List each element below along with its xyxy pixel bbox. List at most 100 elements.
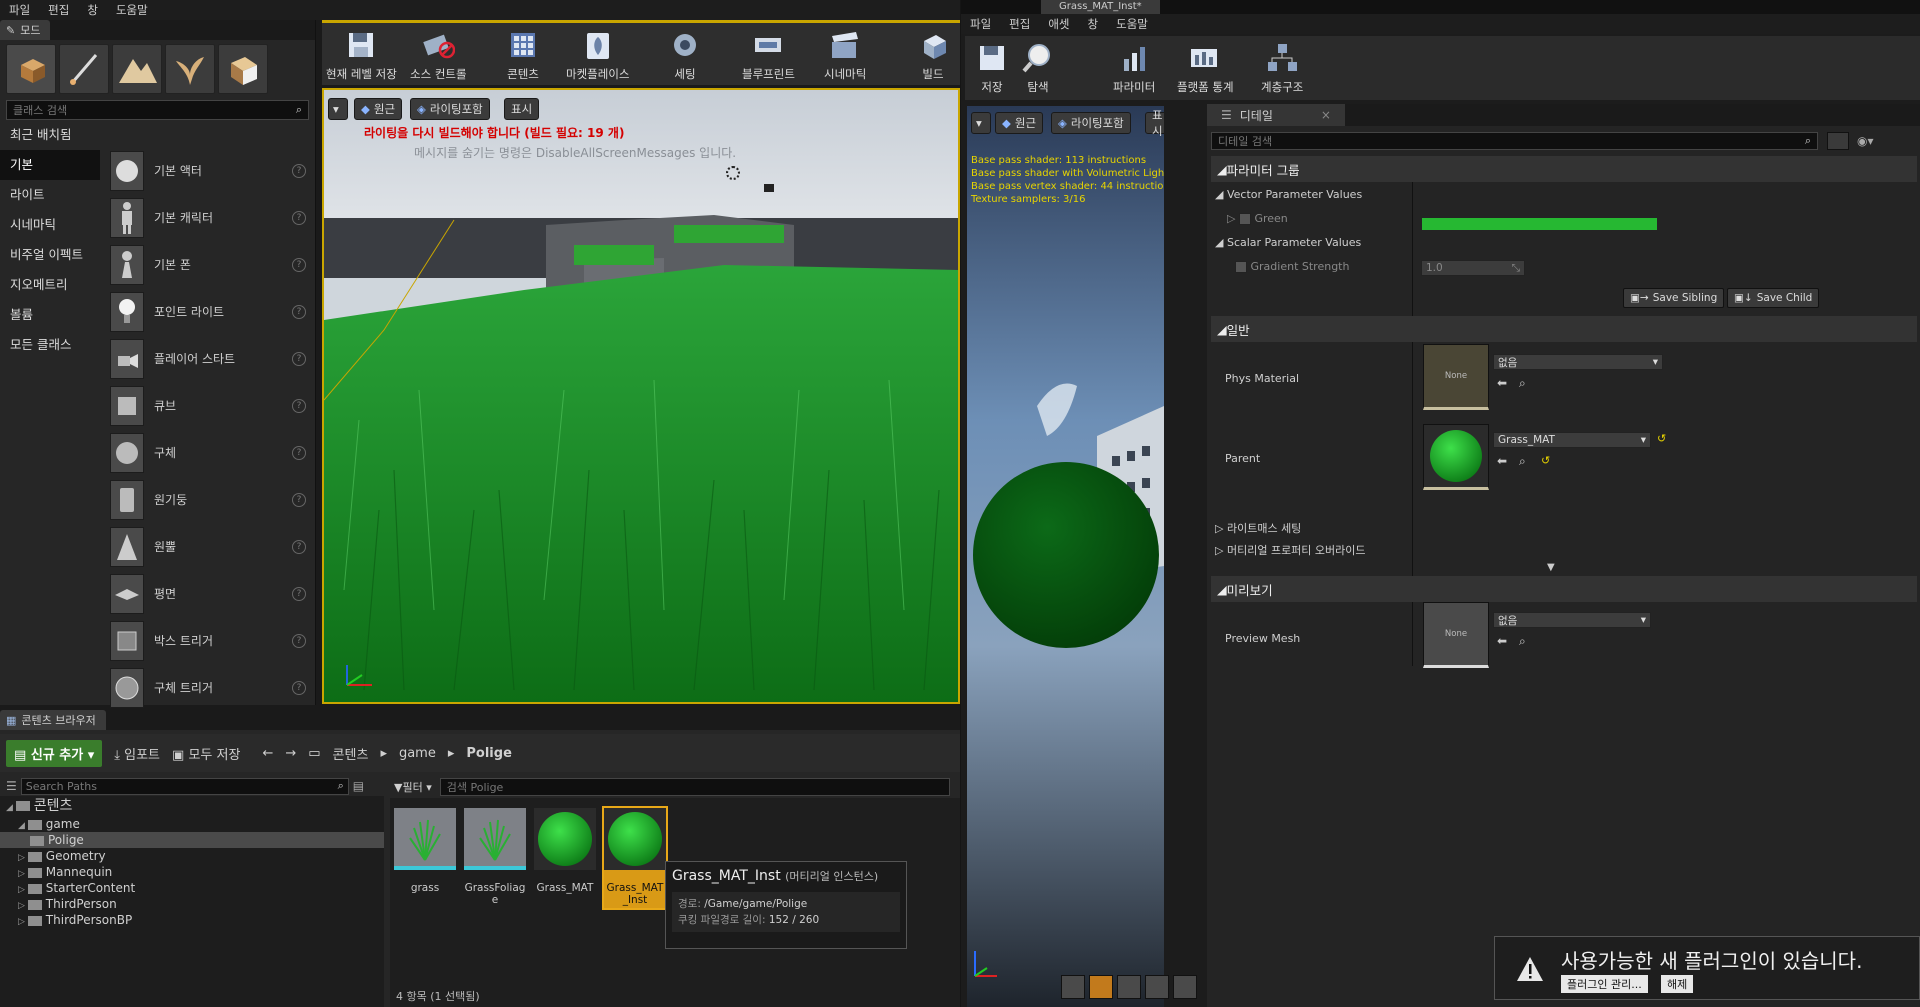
manage-plugins-button[interactable]: 플러그인 관리... bbox=[1561, 975, 1648, 993]
category-basic[interactable]: 기본 bbox=[0, 150, 100, 180]
save-button[interactable]: 저장 bbox=[975, 40, 1009, 95]
search-paths-input[interactable]: Search Paths ⌕ bbox=[20, 777, 349, 795]
eye-icon[interactable]: ◉▾ bbox=[1857, 134, 1874, 148]
phys-material-dropdown[interactable]: 없음 ▾ bbox=[1493, 354, 1663, 370]
list-item[interactable]: 원뿔? bbox=[104, 523, 314, 570]
scalar-params-group[interactable]: ◢ Scalar Parameter Values bbox=[1215, 236, 1915, 249]
green-color-swatch[interactable] bbox=[1422, 218, 1657, 230]
details-search-input[interactable]: 디테일 검색 ⌕ bbox=[1211, 132, 1818, 150]
help-icon[interactable]: ? bbox=[292, 492, 306, 507]
folder-tree-item[interactable]: ▷ Mannequin bbox=[0, 864, 384, 880]
plane-icon[interactable] bbox=[1117, 975, 1141, 999]
camera-icon[interactable] bbox=[764, 184, 774, 192]
list-item[interactable]: 기본 캐릭터? bbox=[104, 194, 314, 241]
use-selected-arrow-icon[interactable]: ⬅ bbox=[1497, 634, 1507, 648]
cylinder-icon[interactable] bbox=[1061, 975, 1085, 999]
parent-thumbnail[interactable] bbox=[1423, 424, 1489, 490]
help-icon[interactable]: ? bbox=[292, 210, 306, 225]
asset-tile[interactable]: GrassFoliage bbox=[464, 808, 526, 906]
add-new-button[interactable]: ▤ 신규 추가 ▾ bbox=[6, 739, 103, 767]
view-options-icon[interactable]: ▤ bbox=[353, 779, 364, 793]
list-item[interactable]: 기본 폰? bbox=[104, 241, 314, 288]
document-tab[interactable]: Grass_MAT_Inst* bbox=[1041, 0, 1160, 14]
platform-stats-button[interactable]: 플랫폼 통계 bbox=[1177, 40, 1234, 95]
section-general[interactable]: ◢ 일반 bbox=[1211, 316, 1917, 342]
show-button[interactable]: 표시 bbox=[1145, 108, 1164, 138]
menu-help[interactable]: 도움말 bbox=[1107, 16, 1157, 32]
folder-tree-item[interactable]: ▷ Geometry bbox=[0, 848, 384, 864]
list-item[interactable]: 평면? bbox=[104, 570, 314, 617]
save-all-button[interactable]: ▣ 모두 저장 bbox=[172, 744, 240, 763]
section-parameter-groups[interactable]: ◢ 파라미터 그룹 bbox=[1211, 156, 1917, 182]
lightmass-settings-row[interactable]: ▷ 라이트매스 세팅 bbox=[1215, 520, 1915, 536]
folder-tree-item[interactable]: ▷ StarterContent bbox=[0, 880, 384, 896]
paint-mode-icon[interactable] bbox=[59, 44, 109, 94]
parameters-button[interactable]: 파라미터 bbox=[1113, 40, 1155, 95]
asset-tile[interactable]: grass bbox=[394, 808, 456, 894]
source-control-button[interactable]: 소스 컨트롤 bbox=[410, 27, 467, 82]
list-item[interactable]: 기본 액터? bbox=[104, 147, 314, 194]
browse-magnifier-icon[interactable]: ⌕ bbox=[1519, 376, 1526, 391]
help-icon[interactable]: ? bbox=[292, 257, 306, 272]
help-icon[interactable]: ? bbox=[292, 304, 306, 319]
breadcrumb-game[interactable]: game bbox=[399, 746, 436, 761]
collapsed-arrow-icon[interactable]: ▷ bbox=[18, 853, 28, 863]
section-preview[interactable]: ◢ 미리보기 bbox=[1211, 576, 1917, 602]
list-item[interactable]: 큐브? bbox=[104, 382, 314, 429]
category-geometry[interactable]: 지오메트리 bbox=[0, 270, 100, 300]
folder-tree-item[interactable]: Polige bbox=[0, 832, 384, 848]
class-search-input[interactable]: 클래스 검색 ⌕ bbox=[6, 100, 309, 120]
viewport-options-button[interactable]: ▾ bbox=[328, 98, 348, 120]
content-browser-tab[interactable]: ▦ 콘텐츠 브라우저 bbox=[0, 710, 106, 730]
expanded-arrow-icon[interactable]: ◢ bbox=[6, 803, 16, 813]
help-icon[interactable]: ? bbox=[292, 539, 306, 554]
category-lights[interactable]: 라이트 bbox=[0, 180, 100, 210]
list-item[interactable]: 포인트 라이트? bbox=[104, 288, 314, 335]
browse-magnifier-icon[interactable]: ⌕ bbox=[1519, 634, 1526, 649]
menu-edit[interactable]: 편집 bbox=[1000, 16, 1039, 32]
sphere-icon[interactable] bbox=[1089, 975, 1113, 999]
help-icon[interactable]: ? bbox=[292, 398, 306, 413]
list-item[interactable]: 구체 트리거? bbox=[104, 664, 314, 711]
menu-help[interactable]: 도움말 bbox=[107, 2, 157, 18]
menu-file[interactable]: 파일 bbox=[0, 2, 39, 18]
lit-mode-button[interactable]: ◈ 라이팅포함 bbox=[410, 98, 490, 120]
vector-params-group[interactable]: ◢ Vector Parameter Values bbox=[1215, 188, 1915, 201]
help-icon[interactable]: ? bbox=[292, 680, 306, 695]
browse-button[interactable]: 탐색 bbox=[1021, 40, 1055, 95]
asset-search-input[interactable]: 검색 Polige bbox=[439, 778, 950, 796]
content-button[interactable]: 콘텐츠 bbox=[506, 27, 540, 82]
dismiss-button[interactable]: 해제 bbox=[1661, 975, 1694, 993]
menu-asset[interactable]: 애셋 bbox=[1039, 16, 1078, 32]
preview-mesh-dropdown[interactable]: 없음 ▾ bbox=[1493, 612, 1651, 628]
save-level-button[interactable]: 현재 레벨 저장 bbox=[326, 27, 397, 82]
collapsed-arrow-icon[interactable]: ▷ bbox=[18, 885, 28, 895]
hierarchy-button[interactable]: 계층구조 bbox=[1261, 40, 1303, 95]
modes-tab[interactable]: ✎ 모드 bbox=[0, 20, 51, 40]
checkbox[interactable] bbox=[1238, 213, 1251, 225]
property-matrix-icon[interactable] bbox=[1827, 132, 1849, 150]
checkbox[interactable] bbox=[1235, 261, 1247, 273]
menu-edit[interactable]: 편집 bbox=[39, 2, 78, 18]
category-volumes[interactable]: 볼륨 bbox=[0, 300, 100, 330]
sun-icon[interactable] bbox=[726, 166, 740, 180]
collapsed-arrow-icon[interactable]: ▷ bbox=[18, 917, 28, 927]
collapsed-arrow-icon[interactable]: ▷ bbox=[1227, 212, 1239, 225]
category-all-classes[interactable]: 모든 클래스 bbox=[0, 330, 100, 360]
menu-window[interactable]: 창 bbox=[78, 2, 107, 18]
close-icon[interactable]: × bbox=[1321, 108, 1331, 122]
import-button[interactable]: ⤓ 임포트 bbox=[114, 744, 160, 763]
cinematics-button[interactable]: 시네마틱 bbox=[824, 27, 866, 82]
save-sibling-button[interactable]: ▣→ Save Sibling bbox=[1623, 288, 1725, 308]
phys-material-thumbnail[interactable]: None bbox=[1423, 344, 1489, 410]
material-preview-viewport[interactable]: ▾ ◆ 원근 ◈ 라이팅포함 표시 Base pass shader: 113 in… bbox=[967, 106, 1164, 1007]
level-viewport[interactable]: ▾ ◆ 원근 ◈ 라이팅포함 표시 라이팅을 다시 빌드해야 합니다 (빌드 필요:… bbox=[322, 88, 960, 704]
category-cinematic[interactable]: 시네마틱 bbox=[0, 210, 100, 240]
list-item[interactable]: 원기둥? bbox=[104, 476, 314, 523]
asset-tile[interactable]: Grass_MAT_Inst bbox=[602, 806, 668, 910]
folder-tree-item[interactable]: ▷ ThirdPersonBP bbox=[0, 912, 384, 928]
lit-mode-button[interactable]: ◈ 라이팅포함 bbox=[1051, 112, 1131, 134]
build-button[interactable]: 빌드 bbox=[916, 27, 950, 82]
list-item[interactable]: 박스 트리거? bbox=[104, 617, 314, 664]
show-button[interactable]: 표시 bbox=[504, 98, 540, 120]
